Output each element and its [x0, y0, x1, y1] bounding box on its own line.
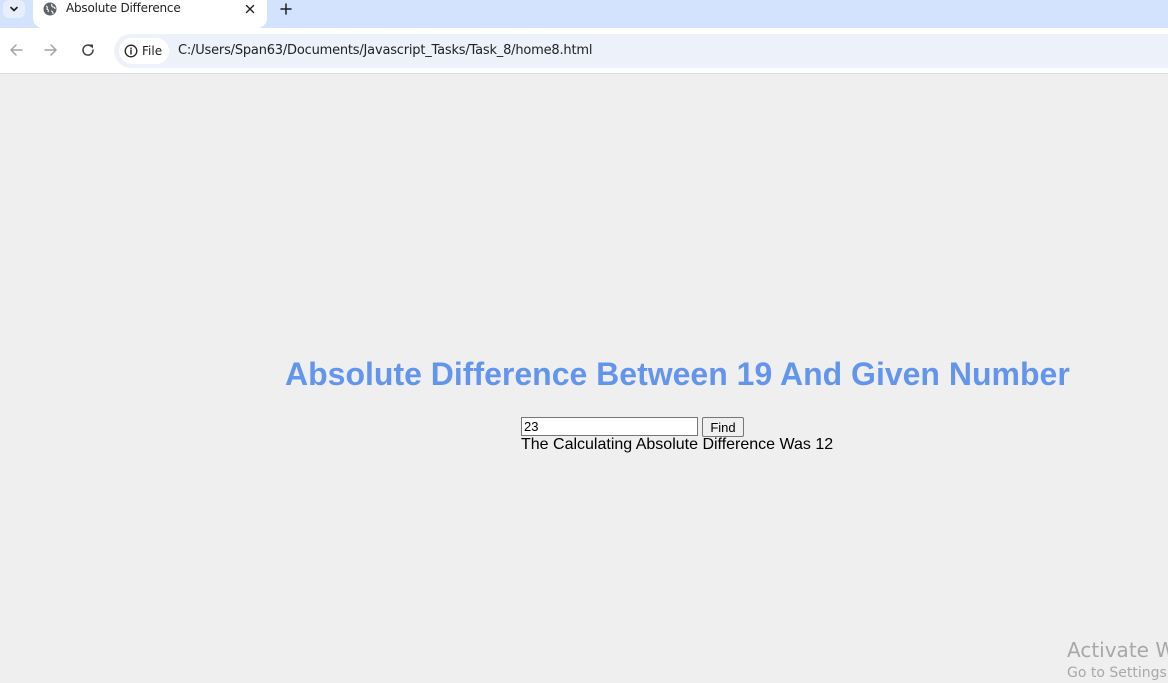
reload-button[interactable] — [78, 40, 98, 60]
tab-close-button[interactable] — [242, 1, 258, 17]
site-info-label: File — [142, 44, 163, 58]
tab-title: Absolute Difference — [66, 1, 181, 15]
back-button[interactable] — [6, 40, 26, 60]
page-content: Absolute Difference Between 19 And Given… — [0, 75, 1168, 683]
plus-icon — [280, 3, 292, 15]
page-heading: Absolute Difference Between 19 And Given… — [285, 356, 1070, 392]
tab-strip: Absolute Difference — [0, 0, 1168, 28]
activation-watermark-subtitle: Go to Settings t — [1067, 665, 1168, 681]
reload-icon — [82, 44, 94, 56]
close-icon — [245, 4, 255, 14]
url-text[interactable]: C:/Users/Span63/Documents/Javascript_Tas… — [178, 43, 592, 58]
arrow-right-icon — [44, 44, 57, 56]
browser-toolbar: File C:/Users/Span63/Documents/Javascrip… — [0, 28, 1168, 74]
globe-icon — [43, 2, 57, 16]
activation-watermark-title: Activate Wi — [1067, 638, 1168, 662]
site-info-chip[interactable]: File — [119, 38, 169, 64]
tab-search-button[interactable] — [3, 0, 25, 18]
arrow-left-icon — [10, 44, 23, 56]
browser-tab[interactable]: Absolute Difference — [33, 0, 267, 28]
info-icon — [124, 44, 138, 58]
number-input[interactable] — [521, 417, 698, 436]
chevron-down-icon — [10, 6, 18, 12]
result-text: The Calculating Absolute Difference Was … — [521, 436, 834, 453]
forward-button[interactable] — [41, 40, 61, 60]
new-tab-button[interactable] — [277, 0, 295, 18]
find-button[interactable]: Find — [702, 417, 744, 437]
address-bar[interactable]: File C:/Users/Span63/Documents/Javascrip… — [114, 34, 1168, 68]
